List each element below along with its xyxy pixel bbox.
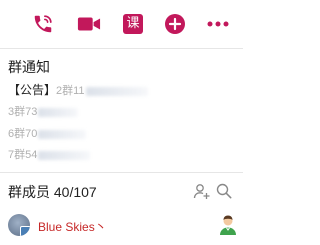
- notice-line: 6群70: [8, 125, 87, 141]
- phone-icon: [34, 15, 52, 33]
- notice-text: 7群54: [8, 149, 38, 161]
- more-dots-icon: [207, 21, 229, 27]
- video-call-button[interactable]: [76, 11, 102, 37]
- member-list-item[interactable]: Blue Skies丶: [0, 212, 243, 238]
- chat-toolbar: 课: [0, 0, 243, 48]
- video-camera-icon: [77, 17, 101, 31]
- notice-tag: 【公告】: [8, 83, 57, 97]
- notice-text: 2群11: [56, 85, 85, 97]
- notice-line: 7群54: [8, 146, 91, 162]
- add-app-button[interactable]: [162, 11, 188, 37]
- notice-title: 群通知: [8, 59, 50, 75]
- class-button[interactable]: 课: [120, 11, 146, 37]
- blurred-text: [85, 86, 148, 96]
- avatar-badge: [20, 226, 30, 236]
- plus-circle-icon: [165, 14, 185, 34]
- notice-text: 3群73: [8, 106, 38, 118]
- voice-call-button[interactable]: [30, 11, 56, 37]
- avatar[interactable]: [8, 214, 30, 236]
- search-icon[interactable]: [215, 182, 233, 200]
- blurred-text: [38, 150, 91, 160]
- more-button[interactable]: [205, 11, 231, 37]
- group-members-panel: 群成员 40/107 Blue Skies丶: [0, 176, 243, 245]
- group-notice-panel[interactable]: 群通知 【公告】2群11 3群73 6群70 7群54: [0, 49, 243, 164]
- notice-text: 6群70: [8, 128, 38, 140]
- notice-line: 【公告】2群11: [8, 81, 148, 98]
- blurred-text: [38, 107, 79, 117]
- section-divider: [0, 172, 243, 173]
- members-title: 群成员 40/107: [8, 184, 97, 200]
- class-label: 课: [123, 14, 143, 34]
- group-owner-icon: [220, 215, 236, 235]
- notice-line: 3群73: [8, 103, 79, 119]
- add-member-icon[interactable]: [193, 182, 211, 200]
- blurred-text: [38, 129, 87, 139]
- member-name[interactable]: Blue Skies丶: [38, 218, 107, 235]
